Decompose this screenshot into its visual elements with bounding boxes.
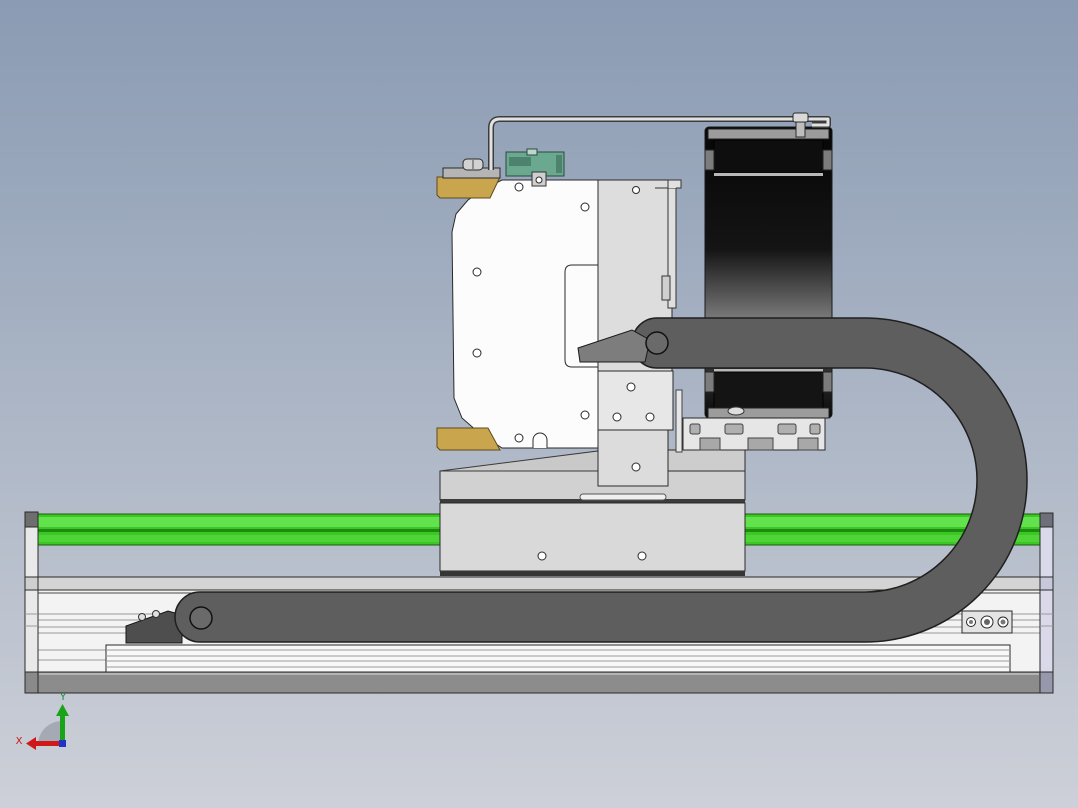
actuator-top-plate[interactable]	[37, 576, 1041, 591]
gripper-hole	[580, 202, 590, 212]
drum-top-rim	[707, 128, 830, 140]
left-end-cap[interactable]	[24, 511, 39, 694]
carriage-bottom-edge	[440, 571, 745, 576]
drum-bottom-rim	[707, 407, 830, 419]
profile-core	[777, 423, 797, 435]
gripper-slide-block[interactable]	[588, 370, 674, 431]
drum-clip	[822, 149, 833, 171]
chain-pivot-lower	[189, 606, 213, 630]
gripper-hole	[514, 433, 524, 443]
sensor-bracket-screw	[535, 176, 543, 184]
left-end-cap-base	[24, 671, 39, 694]
drum-mount-profile[interactable]	[682, 417, 826, 451]
chain-end-screw-block[interactable]	[961, 610, 1013, 634]
lower-block-hole	[631, 462, 641, 472]
screw-socket	[969, 620, 973, 624]
right-end-cap-base	[1039, 671, 1054, 694]
slide-block-hole	[612, 412, 622, 422]
profile-core	[724, 423, 744, 435]
drum-clip	[704, 371, 715, 393]
drum-bottom-window	[713, 371, 824, 409]
left-end-cap-body[interactable]	[24, 511, 39, 694]
drum-screw	[727, 406, 745, 416]
right-end-cap[interactable]	[1039, 512, 1054, 694]
right-end-cap-plate	[1039, 576, 1054, 591]
carriage-screw-hole	[537, 551, 547, 561]
gripper-body[interactable]	[451, 179, 599, 449]
profile-core	[689, 423, 701, 435]
right-end-cap-top	[1039, 512, 1054, 528]
screw-socket	[984, 619, 990, 625]
triad-x-label: X	[16, 736, 23, 747]
gripper-hole	[514, 182, 524, 192]
gripper-bottom-arch	[532, 432, 548, 448]
drum-clip	[822, 371, 833, 393]
gripper-lower-block[interactable]	[597, 429, 669, 487]
actuator-base-highlight	[39, 673, 1039, 675]
mount-plate-hole	[632, 186, 640, 194]
actuator-lower-bar[interactable]	[105, 644, 1011, 673]
gripper-hole	[472, 348, 482, 358]
carriage[interactable]	[439, 470, 746, 576]
lower-block-body[interactable]	[597, 429, 669, 487]
triad-y-label: Y	[59, 692, 67, 703]
profile-mount-plate[interactable]	[667, 449, 746, 472]
profile-support	[675, 389, 683, 453]
profile-rail-notch	[661, 275, 671, 301]
triad-z-axis	[59, 740, 66, 747]
actuator-base[interactable]	[37, 671, 1041, 694]
drum-clip	[704, 149, 715, 171]
sensor-window	[509, 157, 531, 166]
brass-jaw-pad-upper[interactable]	[436, 176, 501, 199]
profile-slot	[747, 437, 774, 451]
carriage-screw-hole	[637, 551, 647, 561]
rod-screw-head[interactable]	[792, 112, 809, 123]
drum-top-window	[713, 139, 824, 174]
gripper-housing[interactable]	[451, 179, 599, 449]
bracket-screw	[152, 610, 160, 618]
drum-top-lip	[714, 173, 823, 176]
sensor-teeth	[556, 155, 562, 173]
carriage-block[interactable]	[439, 502, 746, 572]
slide-block-hole	[645, 412, 655, 422]
right-end-cap-body[interactable]	[1039, 512, 1054, 694]
slide-block-body[interactable]	[592, 370, 674, 431]
left-end-cap-top	[24, 511, 39, 528]
rod-screw-shank	[795, 121, 806, 138]
profile-slot	[797, 437, 819, 451]
cad-viewport[interactable]: Y X	[0, 0, 1078, 808]
slide-block-hole	[626, 382, 636, 392]
profile-core	[809, 423, 821, 435]
triad-x-axis	[34, 741, 62, 746]
gripper-hole	[472, 267, 482, 277]
carriage-spacer-bar	[579, 493, 667, 501]
profile-slot	[699, 437, 721, 451]
screw-socket	[1000, 619, 1006, 625]
sensor-tab	[526, 148, 538, 156]
bracket-screw	[138, 613, 146, 621]
chain-pivot-upper	[645, 331, 669, 355]
gripper-hole	[580, 410, 590, 420]
cable-drum[interactable]	[704, 126, 833, 419]
left-end-cap-plate	[24, 576, 39, 591]
